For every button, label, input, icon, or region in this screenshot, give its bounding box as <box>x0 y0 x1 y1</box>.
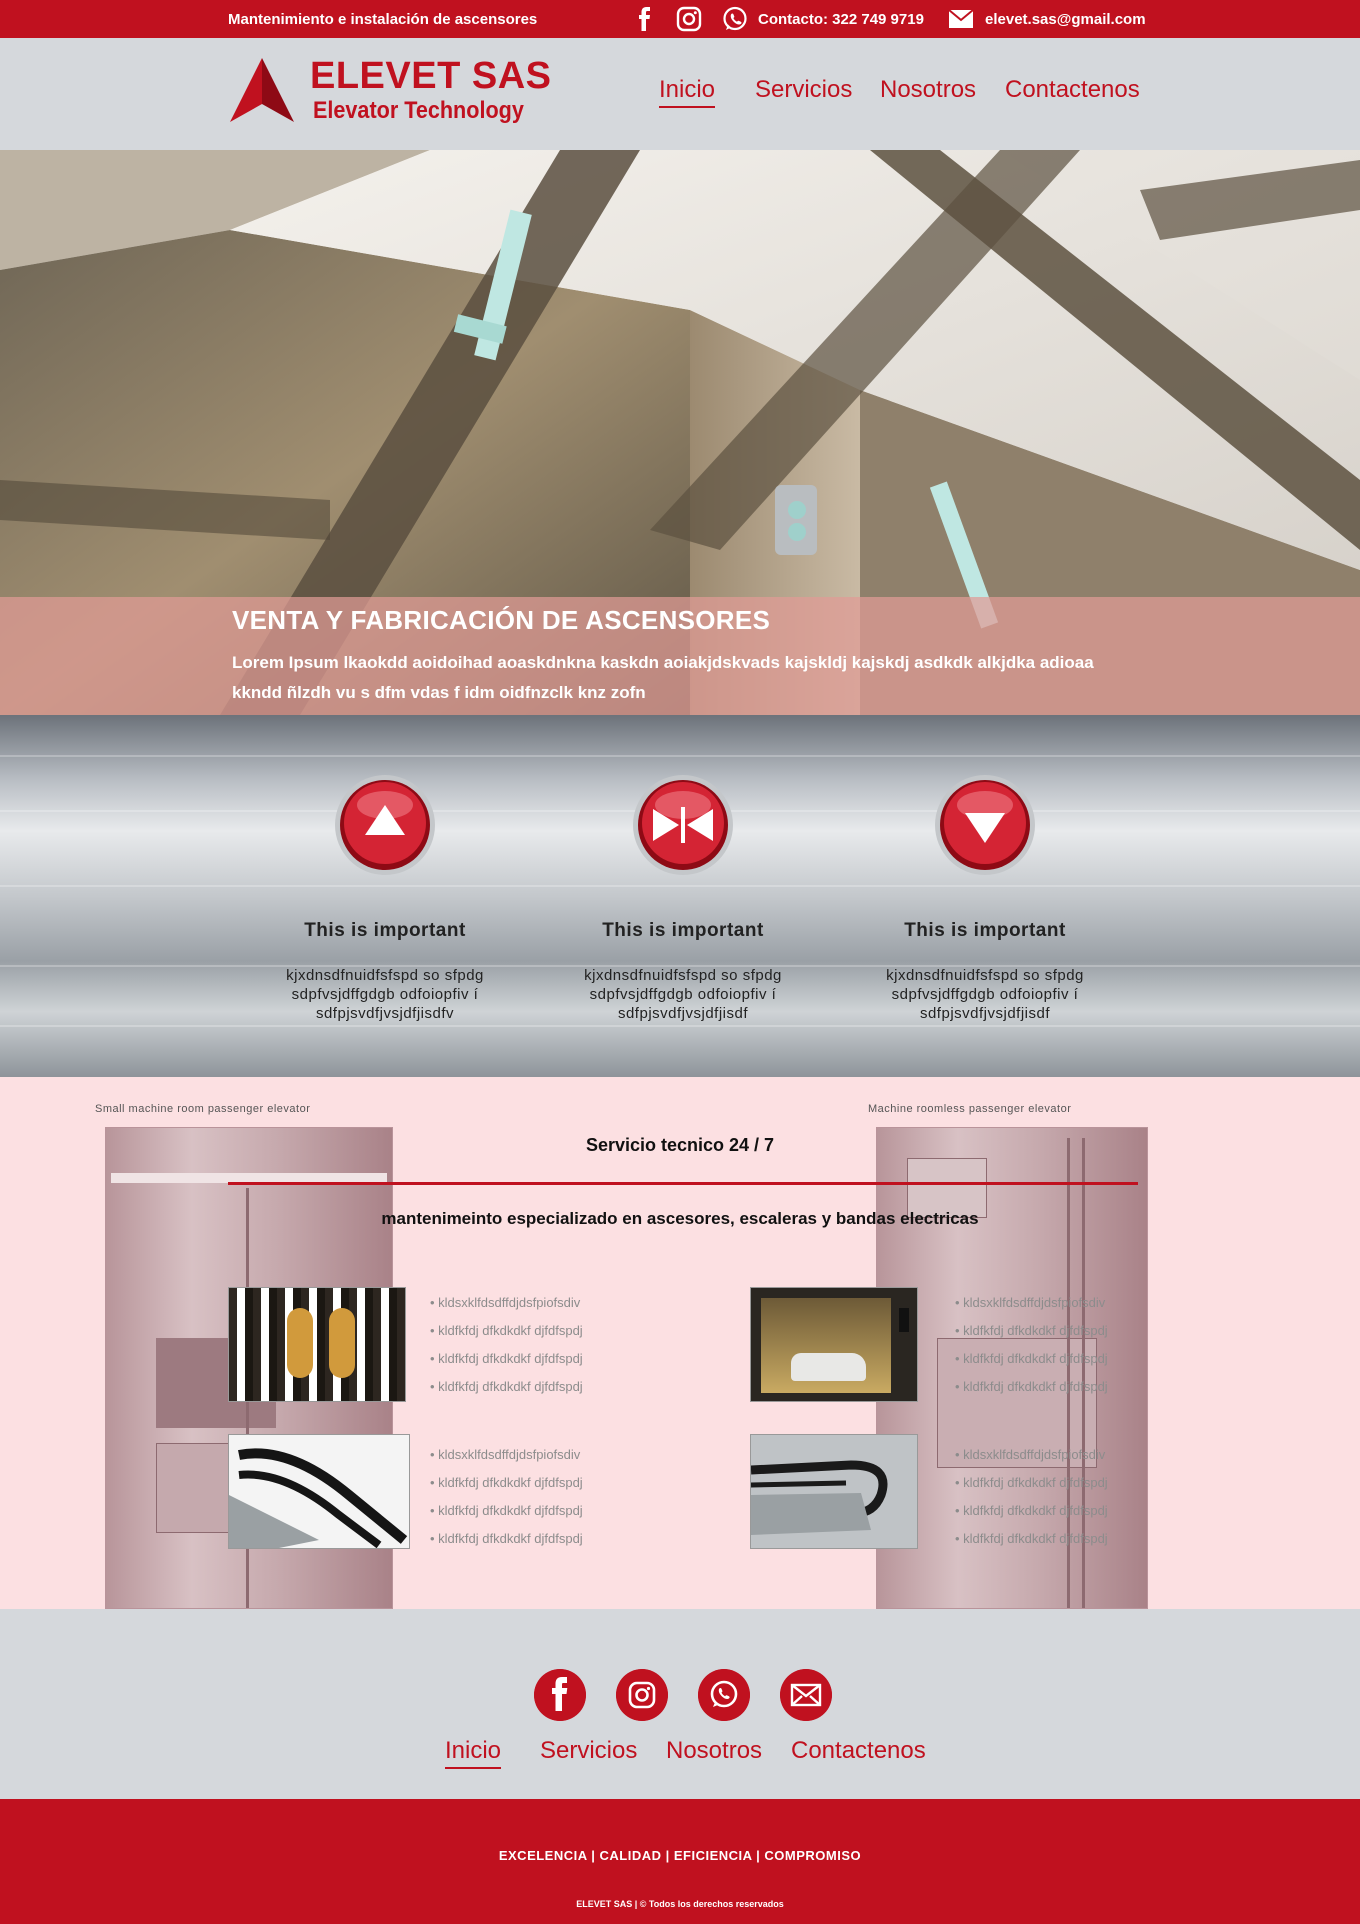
instagram-icon[interactable] <box>616 1669 668 1721</box>
feature-text: kjxdnsdfnuidfsfspd so sfpdg sdpfvsjdffgd… <box>584 967 782 1022</box>
bullet-list: kldsxklfdsdffdjdsfpiofsdiv kldfkfdj dfkd… <box>955 1289 1108 1401</box>
hero-banner: VENTA Y FABRICACIÓN DE ASCENSORES Lorem … <box>0 150 1360 715</box>
whatsapp-icon[interactable] <box>722 6 748 32</box>
feature-title: This is important <box>904 920 1066 941</box>
footer: EXCELENCIA | CALIDAD | EFICIENCIA | COMP… <box>0 1799 1360 1924</box>
list-item: kldsxklfdsdffdjdsfpiofsdiv <box>955 1289 1108 1317</box>
feature-text: kjxdnsdfnuidfsfspd so sfpdg sdpfvsjdffgd… <box>886 967 1084 1022</box>
top-bar: Mantenimiento e instalación de ascensore… <box>0 0 1360 38</box>
page: Mantenimiento e instalación de ascensore… <box>0 0 1360 1924</box>
nav-contactenos[interactable]: Contactenos <box>1005 76 1140 104</box>
contact-email[interactable]: elevet.sas@gmail.com <box>985 11 1146 28</box>
list-item: kldfkfdj dfkdkdkf djfdfspdj <box>955 1469 1108 1497</box>
nav-inicio[interactable]: Inicio <box>659 76 716 108</box>
list-item: kldfkfdj dfkdkdkf djfdfspdj <box>430 1469 583 1497</box>
list-item: kldsxklfdsdffdjdsfpiofsdiv <box>430 1289 583 1317</box>
bullet-list: kldsxklfdsdffdjdsfpiofsdiv kldfkfdj dfkd… <box>430 1441 583 1553</box>
list-item: kldfkfdj dfkdkdkf djfdfspdj <box>430 1373 583 1401</box>
title-divider <box>228 1182 1138 1185</box>
service-subtitle: mantenimeinto especializado en ascesores… <box>381 1209 979 1228</box>
nav-nosotros[interactable]: Nosotros <box>880 76 976 104</box>
whatsapp-icon[interactable] <box>698 1669 750 1721</box>
features-section: This is important kjxdnsdfnuidfsfspd so … <box>0 715 1360 1077</box>
footer-nav-inicio[interactable]: Inicio <box>445 1737 502 1769</box>
feature-card: This is important kjxdnsdfnuidfsfspd so … <box>563 773 803 1023</box>
arrow-down-icon[interactable] <box>933 773 1037 877</box>
company-values: EXCELENCIA | CALIDAD | EFICIENCIA | COMP… <box>498 1848 862 1863</box>
caption-left: Small machine room passenger elevator <box>95 1103 311 1115</box>
service-section: Small machine room passenger elevator Ma… <box>0 1077 1360 1609</box>
logo-name: ELEVET SAS <box>310 55 552 97</box>
list-item: kldsxklfdsdffdjdsfpiofsdiv <box>430 1441 583 1469</box>
list-item: kldfkfdj dfkdkdkf djfdfspdj <box>955 1497 1108 1525</box>
tagline: Mantenimiento e instalación de ascensore… <box>228 11 538 28</box>
service-title: Servicio tecnico 24 / 7 <box>585 1135 775 1155</box>
list-item: kldfkfdj dfkdkdkf djfdfspdj <box>430 1497 583 1525</box>
footer-nav-contactenos[interactable]: Contactenos <box>791 1737 926 1765</box>
feature-title: This is important <box>304 920 466 941</box>
thumb-panoramic-elevators[interactable] <box>228 1287 406 1402</box>
bullet-list: kldsxklfdsdffdjdsfpiofsdiv kldfkfdj dfkd… <box>955 1441 1108 1553</box>
instagram-icon[interactable] <box>676 6 702 32</box>
list-item: kldfkfdj dfkdkdkf djfdfspdj <box>955 1373 1108 1401</box>
feature-card: This is important kjxdnsdfnuidfsfspd so … <box>265 773 505 1023</box>
footer-nav-nosotros[interactable]: Nosotros <box>666 1737 762 1765</box>
nav-servicios[interactable]: Servicios <box>755 76 852 104</box>
feature-text: kjxdnsdfnuidfsfspd so sfpdg sdpfvsjdffgd… <box>286 967 484 1022</box>
list-item: kldfkfdj dfkdkdkf djfdfspdj <box>955 1345 1108 1373</box>
logo-triangle-icon <box>230 58 294 122</box>
logo-subtitle: Elevator Technology <box>313 97 524 124</box>
list-item: kldsxklfdsdffdjdsfpiofsdiv <box>955 1441 1108 1469</box>
facebook-icon[interactable] <box>632 6 658 32</box>
thumb-moving-walkway[interactable] <box>750 1434 918 1549</box>
header: ELEVET SAS Elevator Technology Inicio Se… <box>0 38 1360 150</box>
facebook-icon[interactable] <box>534 1669 586 1721</box>
contact-phone[interactable]: Contacto: 322 749 9719 <box>758 11 924 28</box>
mail-icon[interactable] <box>780 1669 832 1721</box>
thumb-car-elevator[interactable] <box>750 1287 918 1402</box>
list-item: kldfkfdj dfkdkdkf djfdfspdj <box>430 1345 583 1373</box>
feature-card: This is important kjxdnsdfnuidfsfspd so … <box>865 773 1105 1023</box>
list-item: kldfkfdj dfkdkdkf djfdfspdj <box>955 1525 1108 1553</box>
logo[interactable]: ELEVET SAS Elevator Technology <box>228 56 598 136</box>
hero-body: Lorem Ipsum lkaokdd aoidoihad aoaskdnkna… <box>232 653 1094 702</box>
footer-nav: Inicio Servicios Nosotros Contactenos <box>0 1609 1360 1799</box>
list-item: kldfkfdj dfkdkdkf djfdfspdj <box>955 1317 1108 1345</box>
list-item: kldfkfdj dfkdkdkf djfdfspdj <box>430 1317 583 1345</box>
mail-icon[interactable] <box>948 9 974 29</box>
thumb-escalator[interactable] <box>228 1434 410 1549</box>
arrow-up-icon[interactable] <box>333 773 437 877</box>
list-item: kldfkfdj dfkdkdkf djfdfspdj <box>430 1525 583 1553</box>
footer-nav-servicios[interactable]: Servicios <box>540 1737 637 1765</box>
feature-title: This is important <box>602 920 764 941</box>
doors-close-icon[interactable] <box>631 773 735 877</box>
caption-right: Machine roomless passenger elevator <box>868 1103 1072 1115</box>
hero-title: VENTA Y FABRICACIÓN DE ASCENSORES <box>232 605 771 635</box>
bullet-list: kldsxklfdsdffdjdsfpiofsdiv kldfkfdj dfkd… <box>430 1289 583 1401</box>
copyright: ELEVET SAS | © Todos los derechos reserv… <box>576 1899 784 1909</box>
